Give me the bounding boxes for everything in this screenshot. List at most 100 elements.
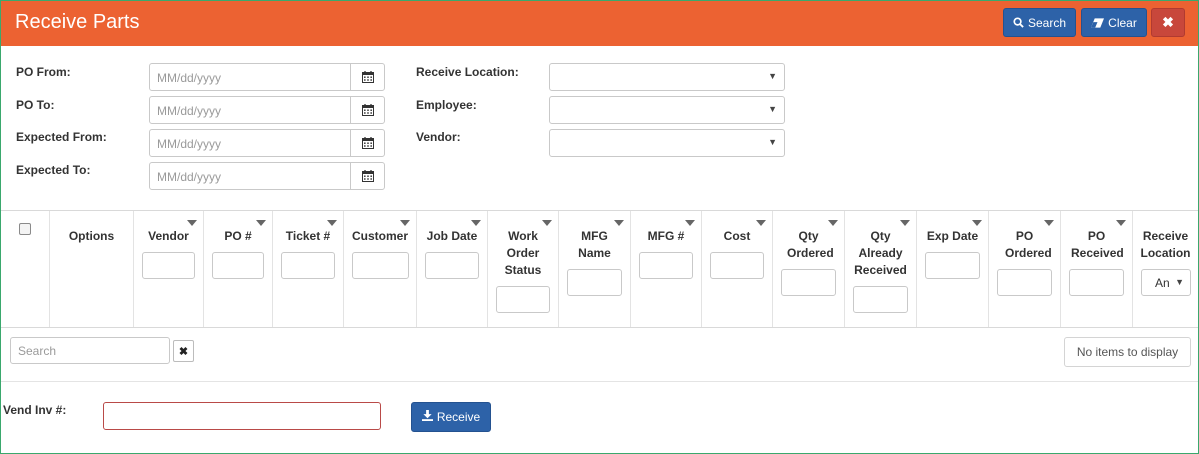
search-icon: [1013, 17, 1024, 28]
receive-location-filter-select[interactable]: An ▼: [1141, 269, 1191, 296]
select-all-column: [1, 211, 50, 327]
job-date-filter-input[interactable]: [425, 252, 479, 279]
column-header-receive-location[interactable]: Receive Location: [1133, 228, 1198, 262]
column-header-work-order-status[interactable]: Work Order Status: [488, 228, 558, 279]
column-ticket-number: Ticket #: [273, 211, 344, 327]
sort-menu-icon[interactable]: [756, 220, 766, 226]
clear-button-label: Clear: [1108, 15, 1137, 30]
customer-filter-input[interactable]: [352, 252, 409, 279]
column-header-mfg-number[interactable]: MFG #: [631, 228, 701, 245]
sort-menu-icon[interactable]: [471, 220, 481, 226]
column-header-vendor[interactable]: Vendor: [134, 228, 203, 245]
column-header-po-received[interactable]: PO Received: [1061, 228, 1132, 262]
column-header-qty-already-received[interactable]: Qty Already Received: [845, 228, 916, 279]
sort-menu-icon[interactable]: [685, 220, 695, 226]
column-options: Options: [50, 211, 134, 327]
qty-already-received-filter-input[interactable]: [853, 286, 908, 313]
calendar-icon[interactable]: [350, 97, 384, 123]
column-header-options: Options: [68, 229, 115, 243]
ticket-number-filter-input[interactable]: [281, 252, 335, 279]
column-qty-ordered: Qty Ordered: [773, 211, 845, 327]
employee-select[interactable]: ▼: [549, 96, 785, 124]
caret-down-icon: ▼: [768, 71, 777, 81]
mfg-name-filter-input[interactable]: [567, 269, 622, 296]
grid-header-bottom-border: [1, 327, 1198, 328]
column-header-po-ordered[interactable]: PO Ordered: [989, 228, 1060, 262]
sort-menu-icon[interactable]: [327, 220, 337, 226]
column-header-exp-date[interactable]: Exp Date: [917, 228, 988, 245]
po-received-filter-input[interactable]: [1069, 269, 1124, 296]
sort-menu-icon[interactable]: [256, 220, 266, 226]
calendar-icon[interactable]: [350, 130, 384, 156]
column-header-mfg-name[interactable]: MFG Name: [559, 228, 630, 262]
vendor-select[interactable]: ▼: [549, 129, 785, 157]
column-header-cost[interactable]: Cost: [702, 228, 772, 245]
column-job-date: Job Date: [417, 211, 488, 327]
sort-menu-icon[interactable]: [614, 220, 624, 226]
clear-search-button[interactable]: ✖: [173, 340, 194, 362]
qty-ordered-filter-input[interactable]: [781, 269, 836, 296]
column-header-po-number[interactable]: PO #: [204, 228, 272, 245]
sort-menu-icon[interactable]: [187, 220, 197, 226]
vend-inv-label: Vend Inv #:: [3, 403, 67, 417]
cost-filter-input[interactable]: [710, 252, 764, 279]
expected-from-label: Expected From:: [16, 130, 107, 144]
close-icon: ✖: [178, 345, 189, 358]
receive-button[interactable]: Receive: [411, 402, 491, 432]
calendar-icon[interactable]: [350, 64, 384, 90]
search-button[interactable]: Search: [1003, 8, 1076, 37]
sort-menu-icon[interactable]: [972, 220, 982, 226]
column-header-qty-ordered[interactable]: Qty Ordered: [773, 228, 844, 262]
po-to-label: PO To:: [16, 98, 55, 112]
column-vendor: Vendor: [134, 211, 204, 327]
vendor-filter-input[interactable]: [142, 252, 195, 279]
search-button-label: Search: [1027, 15, 1067, 30]
close-button[interactable]: ✖: [1151, 8, 1185, 37]
column-po-number: PO #: [204, 211, 273, 327]
expected-to-label: Expected To:: [16, 163, 91, 177]
vend-inv-input[interactable]: [103, 402, 381, 430]
po-number-filter-input[interactable]: [212, 252, 264, 279]
receive-button-label: Receive: [436, 410, 481, 424]
employee-label: Employee:: [416, 98, 477, 112]
receive-location-select[interactable]: ▼: [549, 63, 785, 91]
po-ordered-filter-input[interactable]: [997, 269, 1052, 296]
column-receive-location: Receive Location An ▼: [1133, 211, 1198, 327]
close-icon: ✖: [1162, 14, 1174, 30]
sort-menu-icon[interactable]: [900, 220, 910, 226]
clear-button[interactable]: Clear: [1081, 8, 1147, 37]
po-from-label: PO From:: [16, 65, 71, 79]
select-all-checkbox[interactable]: [19, 223, 31, 235]
column-qty-already-received: Qty Already Received: [845, 211, 917, 327]
expected-to-placeholder: MM/dd/yyyy: [157, 170, 222, 184]
work-order-status-filter-input[interactable]: [496, 286, 550, 313]
po-to-input[interactable]: MM/dd/yyyy: [149, 96, 385, 124]
expected-from-input[interactable]: MM/dd/yyyy: [149, 129, 385, 157]
grid-search-input[interactable]: Search: [10, 337, 170, 364]
vendor-label: Vendor:: [416, 130, 461, 144]
sort-menu-icon[interactable]: [1044, 220, 1054, 226]
sort-menu-icon[interactable]: [828, 220, 838, 226]
calendar-icon[interactable]: [350, 163, 384, 189]
eraser-icon: [1091, 17, 1105, 28]
download-icon: [421, 410, 433, 424]
receive-location-filter-value: An: [1155, 276, 1170, 290]
page-title: Receive Parts: [15, 11, 140, 33]
pager-status: No items to display: [1064, 337, 1191, 367]
column-work-order-status: Work Order Status: [488, 211, 559, 327]
mfg-number-filter-input[interactable]: [639, 252, 693, 279]
column-header-ticket-number[interactable]: Ticket #: [273, 228, 343, 245]
caret-down-icon: ▼: [1175, 277, 1184, 287]
po-from-input[interactable]: MM/dd/yyyy: [149, 63, 385, 91]
header-bar: Receive Parts Search Clear ✖: [1, 1, 1198, 46]
column-header-job-date[interactable]: Job Date: [417, 228, 487, 245]
sort-menu-icon[interactable]: [400, 220, 410, 226]
exp-date-filter-input[interactable]: [925, 252, 980, 279]
grid-header: Options Vendor PO # Ticket # Customer Jo…: [1, 211, 1198, 328]
column-header-customer[interactable]: Customer: [344, 228, 416, 245]
column-po-ordered: PO Ordered: [989, 211, 1061, 327]
sort-menu-icon[interactable]: [1116, 220, 1126, 226]
receive-location-label: Receive Location:: [416, 65, 519, 79]
sort-menu-icon[interactable]: [542, 220, 552, 226]
expected-to-input[interactable]: MM/dd/yyyy: [149, 162, 385, 190]
